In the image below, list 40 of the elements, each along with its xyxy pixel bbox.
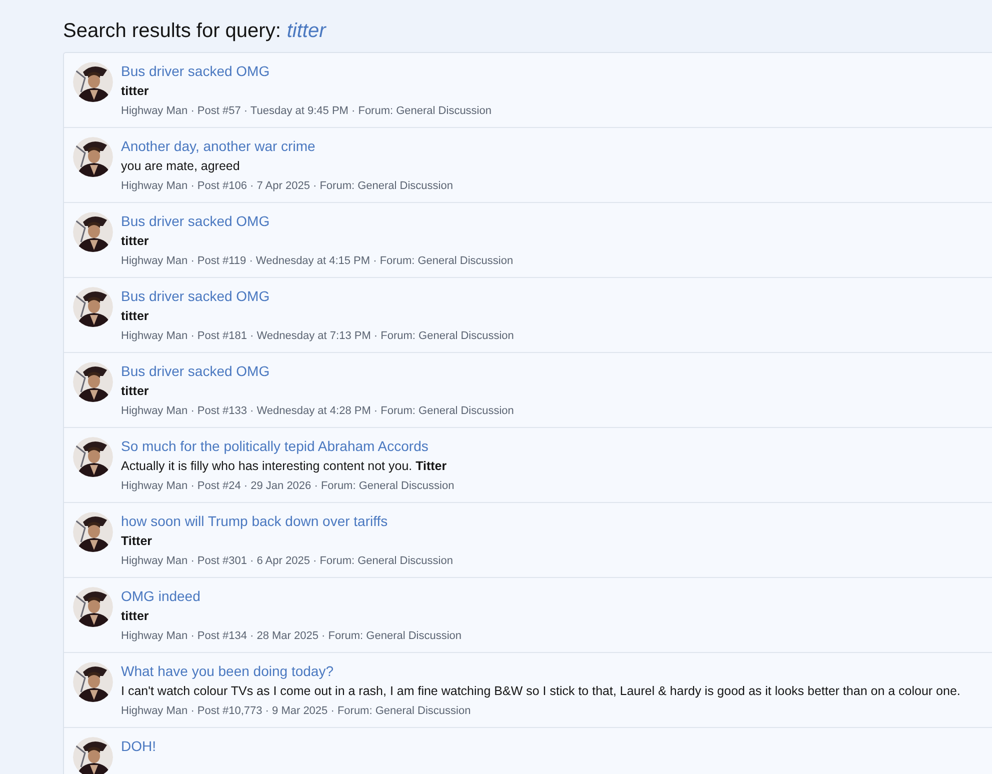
post-meta: Highway Man · Post #133 · Wednesday at 4:28 PM · Forum: General Discussion — [121, 404, 514, 419]
thread-link[interactable]: What have you been doing today? — [121, 662, 960, 680]
avatar[interactable] — [73, 287, 113, 327]
avatar[interactable] — [73, 737, 113, 774]
thread-link[interactable]: how soon will Trump back down over tariffs — [121, 512, 453, 530]
post-snippet: titter — [121, 233, 150, 250]
thread-link[interactable]: Bus driver sacked OMG — [121, 362, 514, 380]
thread-link[interactable]: Bus driver sacked OMG — [121, 62, 492, 80]
page-title: Search results for query: — [63, 19, 281, 44]
post-meta: Highway Man · Post #24 · 29 Jan 2026 · Forum: General Discussion — [121, 479, 454, 494]
avatar[interactable] — [73, 437, 113, 477]
post-snippet: titter — [121, 383, 150, 400]
post-meta: Highway Man · Post #134 · 28 Mar 2025 · Forum: General Discussion — [121, 629, 462, 644]
search-query: titter — [286, 19, 326, 44]
thread-link[interactable]: OMG indeed — [121, 587, 462, 605]
thread-link[interactable]: Bus driver sacked OMG — [121, 287, 514, 305]
post-snippet: titter — [121, 308, 150, 325]
thread-link[interactable]: So much for the politically tepid Abraham Accords — [121, 437, 454, 455]
post-snippet: I can't watch colour TVs as I come out in a rash, I am fine watching B&W so I stick to that, Laurel & hardy is good as it looks better than on a colour one. — [121, 683, 960, 700]
avatar[interactable] — [73, 362, 113, 402]
post-meta: Highway Man · Post #57 · Tuesday at 9:45 PM · Forum: General Discussion — [121, 104, 492, 119]
avatar[interactable] — [73, 587, 113, 627]
post-meta: Highway Man · Post #301 · 6 Apr 2025 · Forum: General Discussion — [121, 554, 453, 569]
post-meta: Highway Man · Post #181 · Wednesday at 7:13 PM · Forum: General Discussion — [121, 329, 514, 344]
post-meta: Highway Man · Post #119 · Wednesday at 4:15 PM · Forum: General Discussion — [121, 254, 514, 269]
post-meta: Highway Man · Post #10,773 · 9 Mar 2025 · Forum: General Discussion — [121, 704, 472, 719]
avatar[interactable] — [73, 512, 113, 552]
thread-link[interactable]: Bus driver sacked OMG — [121, 212, 514, 230]
avatar[interactable] — [73, 62, 113, 102]
post-snippet: titter — [121, 83, 150, 100]
avatar[interactable] — [73, 662, 113, 702]
post-snippet: you are mate, agreed — [121, 158, 241, 175]
thread-link[interactable]: Another day, another war crime — [121, 137, 453, 155]
post-snippet: titter — [121, 608, 150, 625]
avatar[interactable] — [73, 137, 113, 177]
avatar[interactable] — [73, 212, 113, 252]
post-snippet: Actually it is filly who has interesting content not you. Titter — [121, 458, 448, 475]
thread-link[interactable]: DOH! — [121, 737, 156, 755]
post-meta: Highway Man · Post #106 · 7 Apr 2025 · Forum: General Discussion — [121, 179, 453, 194]
post-snippet: Titter — [121, 533, 154, 550]
